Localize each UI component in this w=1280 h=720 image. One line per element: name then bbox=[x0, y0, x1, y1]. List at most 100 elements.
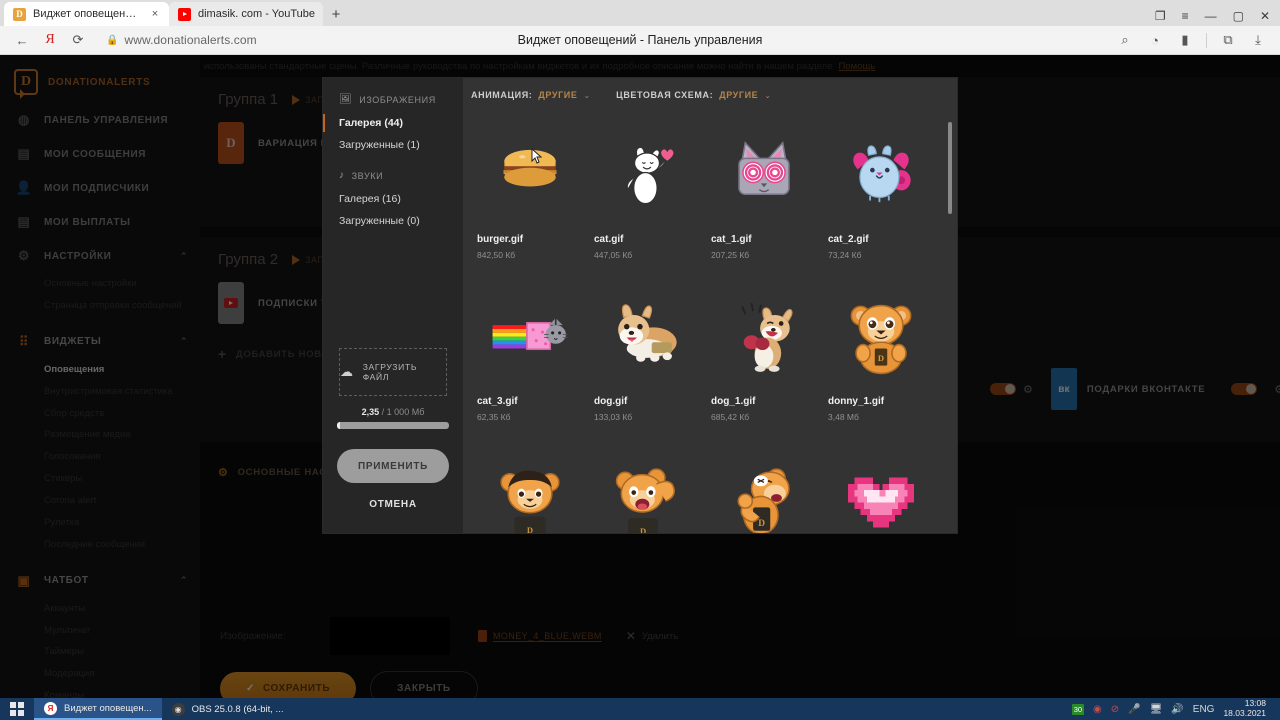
quota-total: / 1 000 Мб bbox=[381, 407, 425, 417]
animation-label: АНИМАЦИЯ: bbox=[471, 90, 533, 100]
gallery-item-name: burger.gif bbox=[477, 234, 524, 245]
gallery-item-size: 207,25 Кб bbox=[711, 250, 750, 260]
bear-flex-icon: D bbox=[736, 468, 790, 533]
gallery-thumbnail bbox=[828, 120, 933, 228]
sounds-section-header: ♪ ЗВУКИ bbox=[323, 170, 463, 188]
gallery-item[interactable]: dog_1.gif 685,42 Кб bbox=[705, 278, 822, 440]
start-button[interactable] bbox=[0, 698, 34, 720]
color-scheme-filter[interactable]: ЦВЕТОВАЯ СХЕМА: ДРУГИЕ ⌄ bbox=[616, 90, 771, 100]
gallery-item-name: dog.gif bbox=[594, 396, 628, 407]
new-tab-button[interactable]: + bbox=[323, 2, 349, 26]
gallery-item-name: donny_1.gif bbox=[828, 396, 885, 407]
gallery-item[interactable]: cat_3.gif 62,35 Кб bbox=[471, 278, 588, 440]
apply-button[interactable]: ПРИМЕНИТЬ bbox=[337, 449, 449, 483]
gallery-item[interactable]: dog.gif 133,03 Кб bbox=[588, 278, 705, 440]
modal-nav-images-gallery[interactable]: Галерея (44) bbox=[323, 112, 463, 134]
browser-tab-0[interactable]: D Виджет оповещений - × bbox=[4, 2, 169, 26]
counter-badge[interactable]: 30 bbox=[1071, 703, 1085, 715]
search-icon[interactable]: ⌕ bbox=[1111, 28, 1139, 52]
close-window-icon[interactable]: ✕ bbox=[1260, 10, 1270, 22]
volume-icon[interactable]: 🔊 bbox=[1171, 704, 1183, 715]
menu-icon[interactable]: ≡ bbox=[1182, 10, 1189, 22]
modal-filters: АНИМАЦИЯ: ДРУГИЕ ⌄ ЦВЕТОВАЯ СХЕМА: ДРУГИ… bbox=[463, 78, 957, 112]
url-text: www.donationalerts.com bbox=[124, 33, 257, 47]
modal-nav-sounds-gallery[interactable]: Галерея (16) bbox=[323, 188, 463, 210]
tab-strip: D Виджет оповещений - × dimasik. com - Y… bbox=[0, 0, 1280, 26]
gallery-item[interactable]: cat_2.gif 73,24 Кб bbox=[822, 116, 939, 278]
maximize-icon[interactable]: ▢ bbox=[1233, 10, 1244, 22]
mic-icon[interactable]: 🎤 bbox=[1128, 704, 1140, 715]
images-section-header: 🖼 ИЗОБРАЖЕНИЯ bbox=[323, 94, 463, 112]
divider bbox=[1206, 32, 1207, 48]
gallery-item[interactable]: D bbox=[588, 440, 705, 533]
app-page: использованы стандартные сцены. Различны… bbox=[0, 55, 1280, 698]
animation-value: ДРУГИЕ bbox=[538, 90, 578, 100]
color-scheme-value: ДРУГИЕ bbox=[719, 90, 759, 100]
back-icon[interactable]: ← bbox=[8, 28, 36, 52]
upload-file-dropzone[interactable]: ☁ ЗАГРУЗИТЬ ФАЙЛ bbox=[339, 348, 447, 396]
images-section-label: ИЗОБРАЖЕНИЯ bbox=[359, 94, 436, 105]
clock[interactable]: 13:08 18.03.2021 bbox=[1223, 698, 1272, 719]
modal-nav-images-uploaded[interactable]: Загруженные (1) bbox=[323, 134, 463, 156]
svg-text:D: D bbox=[526, 525, 532, 533]
toolbar-actions: ⌕ ◔ ▮ ⧉ ⤓ bbox=[1111, 28, 1272, 52]
gallery-thumbnail: D bbox=[711, 444, 816, 533]
cat-white-icon bbox=[626, 146, 674, 205]
downloads-icon[interactable]: ⤓ bbox=[1244, 28, 1272, 52]
windows-icon bbox=[10, 702, 24, 716]
tab-title: Виджет оповещений - bbox=[33, 8, 142, 20]
gallery-item-name: cat_2.gif bbox=[828, 234, 869, 245]
nyan-cat-icon bbox=[492, 318, 567, 351]
lock-icon: 🔒 bbox=[106, 34, 119, 46]
gallery-item[interactable]: burger.gif 842,50 Кб bbox=[471, 116, 588, 278]
gallery-item[interactable] bbox=[822, 440, 939, 533]
scrollbar-thumb[interactable] bbox=[948, 122, 952, 214]
gallery-item[interactable]: cat.gif 447,05 Кб bbox=[588, 116, 705, 278]
quota-used: 2,35 bbox=[361, 407, 380, 417]
browser-window: D Виджет оповещений - × dimasik. com - Y… bbox=[0, 0, 1280, 720]
yandex-icon: Я bbox=[44, 701, 57, 715]
gallery-item[interactable]: D donny_1.gif 3,48 Мб bbox=[822, 278, 939, 440]
gallery-thumbnail: D bbox=[828, 282, 933, 390]
cancel-button[interactable]: ОТМЕНА bbox=[337, 491, 449, 517]
gallery-item-size: 842,50 Кб bbox=[477, 250, 516, 260]
image-icon: 🖼 bbox=[339, 94, 353, 105]
gallery-item-name: cat.gif bbox=[594, 234, 624, 245]
gallery-thumbnail: D bbox=[594, 444, 699, 533]
gallery-thumbnail bbox=[594, 120, 699, 228]
obs-tray-icon[interactable]: ◉ bbox=[1093, 704, 1102, 715]
donationalerts-icon: D bbox=[13, 7, 26, 21]
gallery-item[interactable]: D bbox=[471, 440, 588, 533]
gallery-item-size: 133,03 Кб bbox=[594, 412, 633, 422]
chevron-down-icon: ⌄ bbox=[764, 90, 771, 100]
upload-label: ЗАГРУЗИТЬ ФАЙЛ bbox=[362, 362, 418, 382]
gallery-item-size: 3,48 Мб bbox=[828, 412, 859, 422]
close-icon[interactable]: × bbox=[149, 8, 161, 20]
network-icon[interactable]: 🖥 bbox=[1150, 704, 1163, 715]
reload-icon[interactable]: ⟳ bbox=[64, 28, 92, 52]
gallery-thumbnail bbox=[711, 120, 816, 228]
shield-icon[interactable]: ◔ bbox=[1141, 28, 1169, 52]
block-icon[interactable]: ⊘ bbox=[1111, 704, 1119, 715]
restore-icon[interactable]: ❐ bbox=[1155, 10, 1166, 22]
animation-filter[interactable]: АНИМАЦИЯ: ДРУГИЕ ⌄ bbox=[471, 90, 590, 100]
corgi-icon bbox=[617, 304, 677, 362]
modal-nav-sounds-uploaded[interactable]: Загруженные (0) bbox=[323, 210, 463, 232]
gallery-item[interactable]: D bbox=[705, 440, 822, 533]
gallery-item[interactable]: cat_1.gif 207,25 Кб bbox=[705, 116, 822, 278]
yandex-icon[interactable]: Я bbox=[36, 28, 64, 52]
quota-progress-fill bbox=[337, 422, 340, 429]
minimize-icon[interactable]: — bbox=[1205, 10, 1217, 22]
address-bar[interactable]: 🔒 www.donationalerts.com bbox=[96, 29, 267, 51]
youtube-icon bbox=[178, 7, 191, 21]
collections-icon[interactable]: ⧉ bbox=[1214, 28, 1242, 52]
browser-tab-1[interactable]: dimasik. com - YouTube bbox=[169, 2, 323, 26]
language-indicator[interactable]: ENG bbox=[1193, 704, 1215, 715]
gallery-thumbnail bbox=[828, 444, 933, 533]
gallery-scrollbar[interactable] bbox=[948, 122, 952, 522]
taskbar-item-obs[interactable]: ◉ OBS 25.0.8 (64-bit, ... bbox=[162, 698, 294, 720]
media-gallery[interactable]: burger.gif 842,50 Кб cat.gif 447,05 Кб c… bbox=[463, 112, 957, 533]
svg-text:D: D bbox=[758, 519, 765, 529]
bookmark-icon[interactable]: ▮ bbox=[1171, 28, 1199, 52]
taskbar-item-browser[interactable]: Я Виджет оповещен... bbox=[34, 698, 162, 720]
